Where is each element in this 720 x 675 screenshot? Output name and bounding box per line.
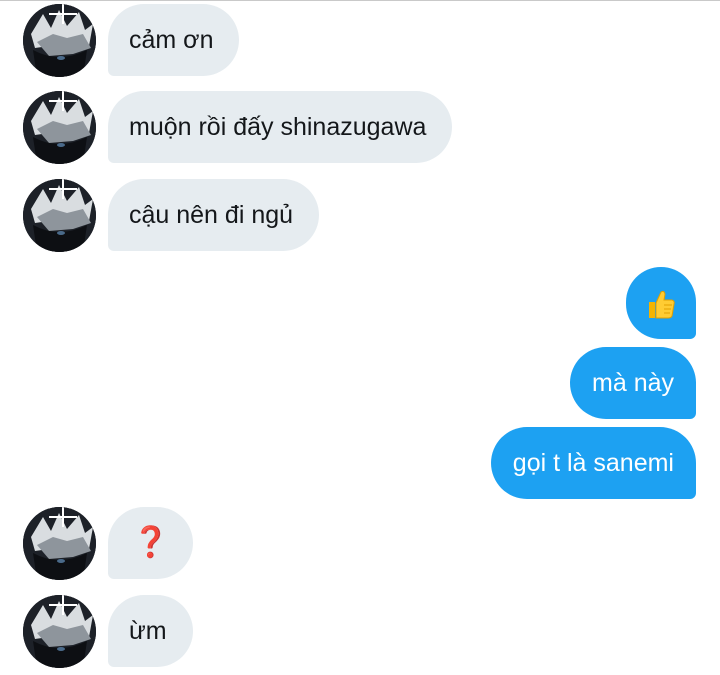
message-text: muộn rồi đấy shinazugawa [129, 113, 427, 141]
avatar[interactable] [23, 507, 96, 580]
avatar[interactable] [23, 4, 96, 77]
avatar[interactable] [23, 91, 96, 164]
message-text: cảm ơn [129, 26, 214, 54]
avatar[interactable] [23, 595, 96, 668]
message-text: gọi t là sanemi [512, 449, 674, 477]
red-question-mark-icon: ❓ [132, 525, 170, 560]
message-bubble-incoming[interactable]: muộn rồi đấy shinazugawa [108, 91, 453, 163]
avatar-image [23, 507, 96, 580]
message-row-incoming: muộn rồi đấy shinazugawa [0, 91, 720, 164]
avatar-image [23, 179, 96, 252]
avatar[interactable] [23, 179, 96, 252]
message-row-incoming: cảm ơn [0, 4, 720, 77]
thumbs-up-emoji-icon [646, 288, 676, 320]
avatar-image [23, 91, 96, 164]
message-bubble-incoming[interactable]: ❓ [108, 507, 194, 579]
message-bubble-incoming[interactable]: cảm ơn [108, 4, 240, 76]
avatar-image [23, 4, 96, 77]
message-row-incoming: ❓ [0, 507, 720, 580]
message-text: cậu nên đi ngủ [129, 201, 294, 229]
message-bubble-outgoing[interactable] [626, 267, 696, 339]
message-row-incoming: cậu nên đi ngủ [0, 179, 720, 252]
message-text: mà này [592, 369, 674, 397]
top-divider [0, 0, 720, 1]
message-row-outgoing: gọi t là sanemi [0, 427, 720, 499]
message-bubble-outgoing[interactable]: gọi t là sanemi [490, 427, 696, 499]
message-row-outgoing [0, 267, 720, 339]
avatar-image [23, 595, 96, 668]
message-bubble-incoming[interactable]: ừm [108, 595, 193, 667]
message-row-outgoing: mà này [0, 347, 720, 419]
message-text: ừm [129, 617, 167, 645]
message-bubble-incoming[interactable]: cậu nên đi ngủ [108, 179, 320, 251]
message-bubble-outgoing[interactable]: mà này [570, 347, 696, 419]
message-row-incoming: ừm [0, 595, 720, 668]
